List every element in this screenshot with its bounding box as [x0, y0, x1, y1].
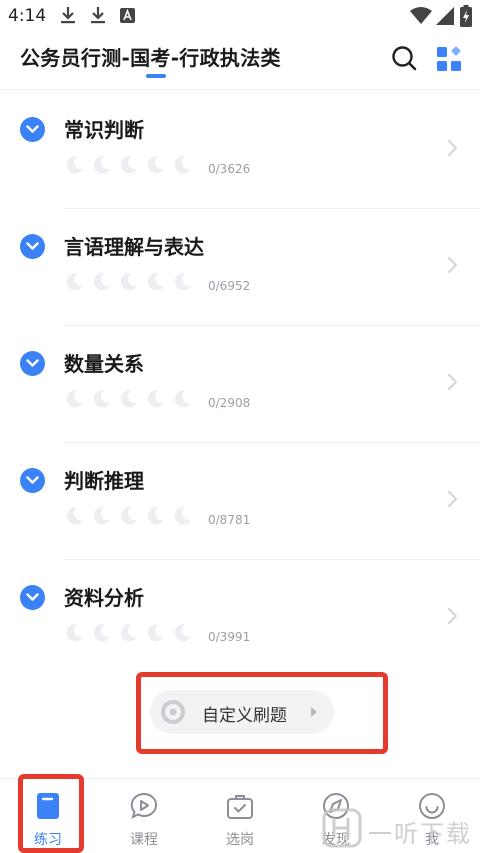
- subject-name: 常识判断: [64, 118, 144, 142]
- nav-highlight-box: [18, 774, 84, 853]
- page-title[interactable]: 公务员行测-国考-行政执法类: [20, 42, 281, 71]
- moon-star-icon: [91, 388, 112, 409]
- moon-star-icon: [91, 505, 112, 526]
- signal-icon: [436, 7, 454, 25]
- progress-count: 0/3626: [208, 162, 251, 176]
- moon-star-icon: [172, 505, 193, 526]
- star-rating: [64, 154, 193, 176]
- accessibility-icon: [120, 8, 135, 23]
- expand-icon[interactable]: [20, 468, 45, 493]
- moon-star-icon: [118, 271, 139, 292]
- wifi-icon: [410, 7, 432, 24]
- expand-icon[interactable]: [20, 585, 45, 610]
- watermark-logo-icon: [322, 808, 362, 848]
- moon-star-icon: [145, 505, 166, 526]
- moon-star-icon: [172, 271, 193, 292]
- title-underline: [146, 74, 166, 78]
- subject-item[interactable]: 资料分析 0/3991: [0, 560, 480, 677]
- subject-item[interactable]: 常识判断 0/3626: [0, 92, 480, 209]
- subject-name: 数量关系: [64, 352, 144, 376]
- progress-count: 0/3991: [208, 630, 251, 644]
- chevron-right-icon[interactable]: [446, 372, 460, 392]
- category-icon[interactable]: [436, 46, 462, 72]
- progress-count: 0/8781: [208, 513, 251, 527]
- moon-star-icon: [118, 622, 139, 643]
- header: 公务员行测-国考-行政执法类: [0, 34, 480, 90]
- status-bar: 4:14: [0, 0, 480, 34]
- moon-star-icon: [64, 271, 85, 292]
- nav-item[interactable]: 选岗: [192, 779, 288, 853]
- subject-list: 常识判断 0/3626 言语理解与表达 0/6952 数量关系 0/2908 判断推理 0/8…: [0, 92, 480, 677]
- subject-name: 言语理解与表达: [64, 235, 204, 259]
- star-rating: [64, 271, 193, 293]
- expand-icon[interactable]: [20, 117, 45, 142]
- star-rating: [64, 505, 193, 527]
- moon-star-icon: [145, 388, 166, 409]
- highlight-box: [136, 672, 388, 754]
- nav-label: 课程: [130, 832, 158, 848]
- subject-item[interactable]: 数量关系 0/2908: [0, 326, 480, 443]
- play-bubble-icon: [129, 791, 159, 821]
- moon-star-icon: [64, 505, 85, 526]
- progress-count: 0/6952: [208, 279, 251, 293]
- moon-star-icon: [118, 388, 139, 409]
- nav-label: 选岗: [226, 832, 254, 848]
- star-rating: [64, 388, 193, 410]
- moon-star-icon: [91, 622, 112, 643]
- moon-star-icon: [64, 622, 85, 643]
- subject-item[interactable]: 判断推理 0/8781: [0, 443, 480, 560]
- subject-item[interactable]: 言语理解与表达 0/6952: [0, 209, 480, 326]
- chevron-right-icon[interactable]: [446, 138, 460, 158]
- download-icon: [61, 7, 75, 24]
- star-rating: [64, 622, 193, 644]
- subject-name: 资料分析: [64, 586, 144, 610]
- moon-star-icon: [172, 622, 193, 643]
- chevron-right-icon[interactable]: [446, 255, 460, 275]
- download-icon: [91, 7, 105, 24]
- moon-star-icon: [64, 154, 85, 175]
- chevron-right-icon[interactable]: [446, 489, 460, 509]
- moon-star-icon: [145, 154, 166, 175]
- moon-star-icon: [118, 154, 139, 175]
- moon-star-icon: [172, 388, 193, 409]
- nav-item[interactable]: 课程: [96, 779, 192, 853]
- subject-name: 判断推理: [64, 469, 144, 493]
- search-icon[interactable]: [390, 44, 418, 72]
- chevron-right-icon[interactable]: [446, 606, 460, 626]
- moon-star-icon: [172, 154, 193, 175]
- moon-star-icon: [91, 271, 112, 292]
- status-time: 4:14: [8, 6, 47, 26]
- briefcase-check-icon: [225, 791, 255, 821]
- moon-star-icon: [91, 154, 112, 175]
- watermark-text: 一听下载: [368, 820, 472, 848]
- expand-icon[interactable]: [20, 234, 45, 259]
- progress-count: 0/2908: [208, 396, 251, 410]
- watermark: 一听下载: [320, 806, 480, 852]
- moon-star-icon: [64, 388, 85, 409]
- moon-star-icon: [145, 622, 166, 643]
- moon-star-icon: [145, 271, 166, 292]
- expand-icon[interactable]: [20, 351, 45, 376]
- battery-charging-icon: [460, 5, 472, 27]
- moon-star-icon: [118, 505, 139, 526]
